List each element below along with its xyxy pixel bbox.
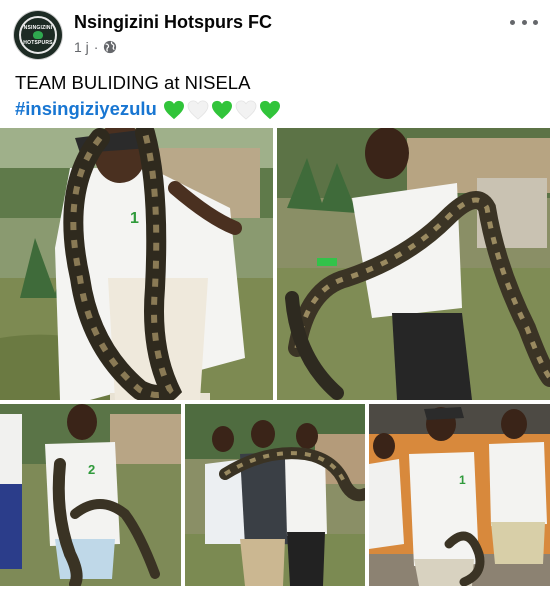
green-heart-icon <box>164 101 184 120</box>
white-heart-icon <box>187 100 209 120</box>
photo-5[interactable]: 1 <box>369 404 550 586</box>
page-avatar[interactable]: NSINGIZINI HOTSPURS <box>14 11 62 59</box>
photo-1-image: 1 <box>0 128 273 400</box>
photo-4-image <box>185 404 365 586</box>
more-options-button[interactable] <box>510 12 538 32</box>
caption-hashtag-line: #insingiziyezulu <box>15 96 283 122</box>
photo-3-image: 2 <box>0 404 181 586</box>
photo-5-image: 1 <box>369 404 550 586</box>
photo-grid: 1 2 1 <box>0 128 550 586</box>
photo-4[interactable] <box>185 404 365 586</box>
meta-separator: · <box>93 39 99 55</box>
photo-1-shirt-number: 1 <box>130 210 139 227</box>
photo-2-image <box>277 128 550 400</box>
page-name-link[interactable]: Nsingizini Hotspurs FC <box>74 12 272 33</box>
green-heart-icon <box>260 101 280 120</box>
post-timestamp[interactable]: 1 j <box>74 39 89 55</box>
more-dot <box>521 19 527 25</box>
white-heart-icon <box>235 100 257 120</box>
logo-bottom-text: HOTSPURS <box>23 40 53 46</box>
post-caption: TEAM BULIDING at NISELA #insingiziyezulu <box>15 70 283 122</box>
photo-3[interactable]: 2 <box>0 404 181 586</box>
photo-3-shirt-number: 2 <box>88 462 95 477</box>
more-dot <box>533 19 538 25</box>
post-meta: 1 j · <box>74 38 117 56</box>
more-horizontal-icon <box>510 19 515 25</box>
caption-text: TEAM BULIDING at NISELA <box>15 72 251 93</box>
photo-5-shirt-number: 1 <box>459 473 466 487</box>
logo-emblem <box>33 31 43 39</box>
photo-1[interactable]: 1 <box>0 128 273 400</box>
globe-icon[interactable] <box>103 40 117 54</box>
hashtag-link[interactable]: #insingiziyezulu <box>15 98 157 119</box>
photo-2[interactable] <box>277 128 550 400</box>
heart-emoji-row <box>163 100 283 120</box>
post-header: NSINGIZINI HOTSPURS Nsingizini Hotspurs … <box>0 0 550 64</box>
green-heart-icon <box>212 101 232 120</box>
